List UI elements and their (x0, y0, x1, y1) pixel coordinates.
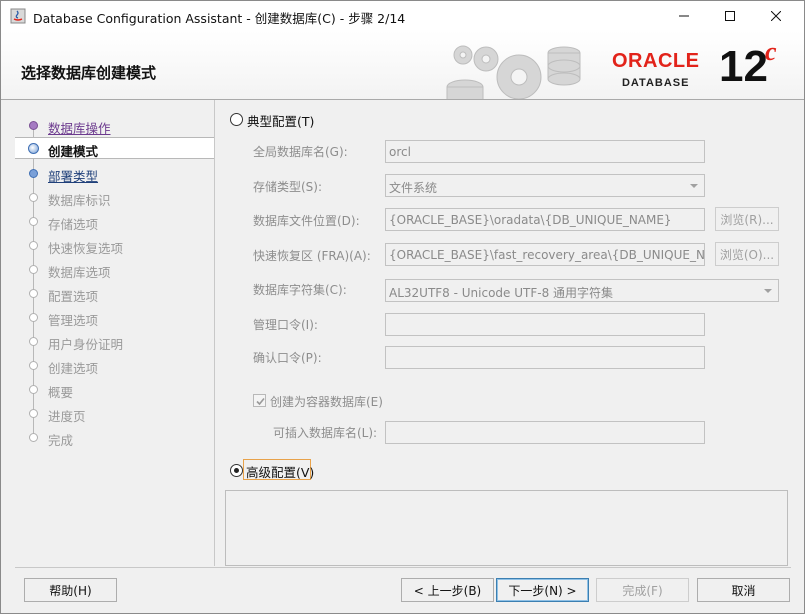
chevron-down-icon (764, 289, 772, 293)
help-button[interactable]: 帮助(H) (24, 578, 117, 602)
step-marker-icon (29, 361, 38, 370)
step-item[interactable]: 部署类型 (15, 163, 214, 185)
storage-type-select[interactable]: 文件系统 (385, 174, 705, 197)
step-label: 快速恢复选项 (48, 241, 124, 256)
maximize-icon (725, 11, 735, 21)
step-item: 进度页 (15, 403, 214, 425)
window-title: Database Configuration Assistant - 创建数据库… (33, 11, 406, 26)
step-item: 创建选项 (15, 355, 214, 377)
version-number: 12 (719, 42, 768, 91)
step-label: 存储选项 (48, 217, 99, 232)
admin-password-input[interactable] (385, 313, 705, 336)
step-marker-icon (29, 385, 38, 394)
step-label: 管理选项 (48, 313, 99, 328)
page-title: 选择数据库创建模式 (21, 64, 157, 82)
chevron-down-icon (690, 184, 698, 188)
charset-label: 数据库字符集(C): (253, 283, 347, 297)
step-item: 数据库选项 (15, 259, 214, 281)
step-marker-icon (29, 433, 38, 442)
step-marker-icon (29, 241, 38, 250)
next-button[interactable]: 下一步(N) > (496, 578, 589, 602)
typical-config-label[interactable]: 典型配置(T) (247, 111, 314, 130)
step-item: 完成 (15, 427, 214, 449)
step-label: 数据库标识 (48, 193, 111, 208)
fra-label: 快速恢复区 (FRA)(A): (253, 249, 371, 263)
charset-select[interactable]: AL32UTF8 - Unicode UTF-8 通用字符集 (385, 279, 779, 302)
step-marker-icon (29, 169, 38, 178)
browse-fra-button[interactable]: 浏览(O)... (715, 242, 779, 266)
step-label: 部署类型 (48, 169, 99, 184)
minimize-icon (679, 15, 689, 17)
step-label: 概要 (48, 385, 74, 400)
step-marker-icon (29, 193, 38, 202)
footer-divider (15, 567, 791, 568)
close-icon (771, 11, 781, 21)
finish-button[interactable]: 完成(F) (596, 578, 689, 602)
step-item: 数据库标识 (15, 187, 214, 209)
step-marker-icon (29, 217, 38, 226)
step-item: 存储选项 (15, 211, 214, 233)
confirm-password-label: 确认口令(P): (253, 351, 322, 365)
step-item: 概要 (15, 379, 214, 401)
global-db-name-input[interactable]: orcl (385, 140, 705, 163)
version-suffix: c (765, 37, 777, 66)
back-button[interactable]: < 上一步(B) (401, 578, 494, 602)
step-item: 配置选项 (15, 283, 214, 305)
step-marker-icon (29, 313, 38, 322)
step-marker-icon (29, 121, 38, 130)
step-item[interactable]: 数据库操作 (15, 115, 214, 137)
typical-config-radio[interactable] (230, 113, 243, 126)
gears-illustration-icon (446, 45, 581, 99)
storage-type-label: 存储类型(S): (253, 180, 323, 194)
container-db-checkbox[interactable] (253, 394, 266, 407)
step-label: 数据库操作 (48, 121, 111, 136)
charset-value: AL32UTF8 - Unicode UTF-8 通用字符集 (389, 286, 614, 300)
dbca-window: Database Configuration Assistant - 创建数据库… (0, 0, 805, 614)
db-file-location-input[interactable]: {ORACLE_BASE}\oradata\{DB_UNIQUE_NAME} (385, 208, 705, 231)
step-marker-icon (29, 289, 38, 298)
java-app-icon (10, 8, 26, 24)
pdb-name-label: 可插入数据库名(L): (273, 426, 378, 440)
advanced-config-radio[interactable] (230, 464, 243, 477)
cancel-button[interactable]: 取消 (697, 578, 790, 602)
step-label: 配置选项 (48, 289, 99, 304)
step-marker-icon (29, 337, 38, 346)
confirm-password-input[interactable] (385, 346, 705, 369)
title-bar: Database Configuration Assistant - 创建数据库… (1, 1, 804, 31)
header-banner: 选择数据库创建模式 ORACLE DATABASE 12 c (1, 31, 804, 100)
admin-password-label: 管理口令(I): (253, 318, 318, 332)
global-db-name-label: 全局数据库名(G): (253, 145, 348, 159)
step-label: 数据库选项 (48, 265, 111, 280)
step-item: 用户身份证明 (15, 331, 214, 353)
step-navigator: 数据库操作创建模式部署类型数据库标识存储选项快速恢复选项 数据库选项配置选项管理选… (15, 100, 215, 566)
pdb-name-input[interactable] (385, 421, 705, 444)
fra-input[interactable]: {ORACLE_BASE}\fast_recovery_area\{DB_UNI… (385, 243, 705, 266)
step-marker-icon (29, 265, 38, 274)
minimize-button[interactable] (661, 1, 707, 31)
close-button[interactable] (753, 1, 799, 31)
oracle-wordmark: ORACLE (612, 50, 700, 72)
oracle-database-label: DATABASE (621, 77, 690, 89)
step-item: 管理选项 (15, 307, 214, 329)
step-item[interactable]: 创建模式 (15, 137, 214, 159)
step-label: 完成 (48, 433, 74, 448)
db-file-location-label: 数据库文件位置(D): (253, 214, 360, 228)
step-label: 创建选项 (48, 361, 99, 376)
maximize-button[interactable] (707, 1, 753, 31)
advanced-config-label[interactable]: 高级配置(V) (246, 462, 314, 481)
container-db-label[interactable]: 创建为容器数据库(E) (270, 393, 383, 410)
step-label: 创建模式 (48, 144, 99, 159)
step-marker-icon (28, 143, 39, 154)
step-label: 进度页 (48, 409, 86, 424)
oracle-logo: ORACLE DATABASE (612, 51, 699, 89)
storage-type-value: 文件系统 (389, 181, 438, 195)
checkmark-icon (256, 397, 265, 406)
description-panel (225, 490, 788, 566)
step-label: 用户身份证明 (48, 337, 124, 352)
step-item: 快速恢复选项 (15, 235, 214, 257)
step-marker-icon (29, 409, 38, 418)
browse-db-location-button[interactable]: 浏览(R)... (715, 207, 779, 231)
